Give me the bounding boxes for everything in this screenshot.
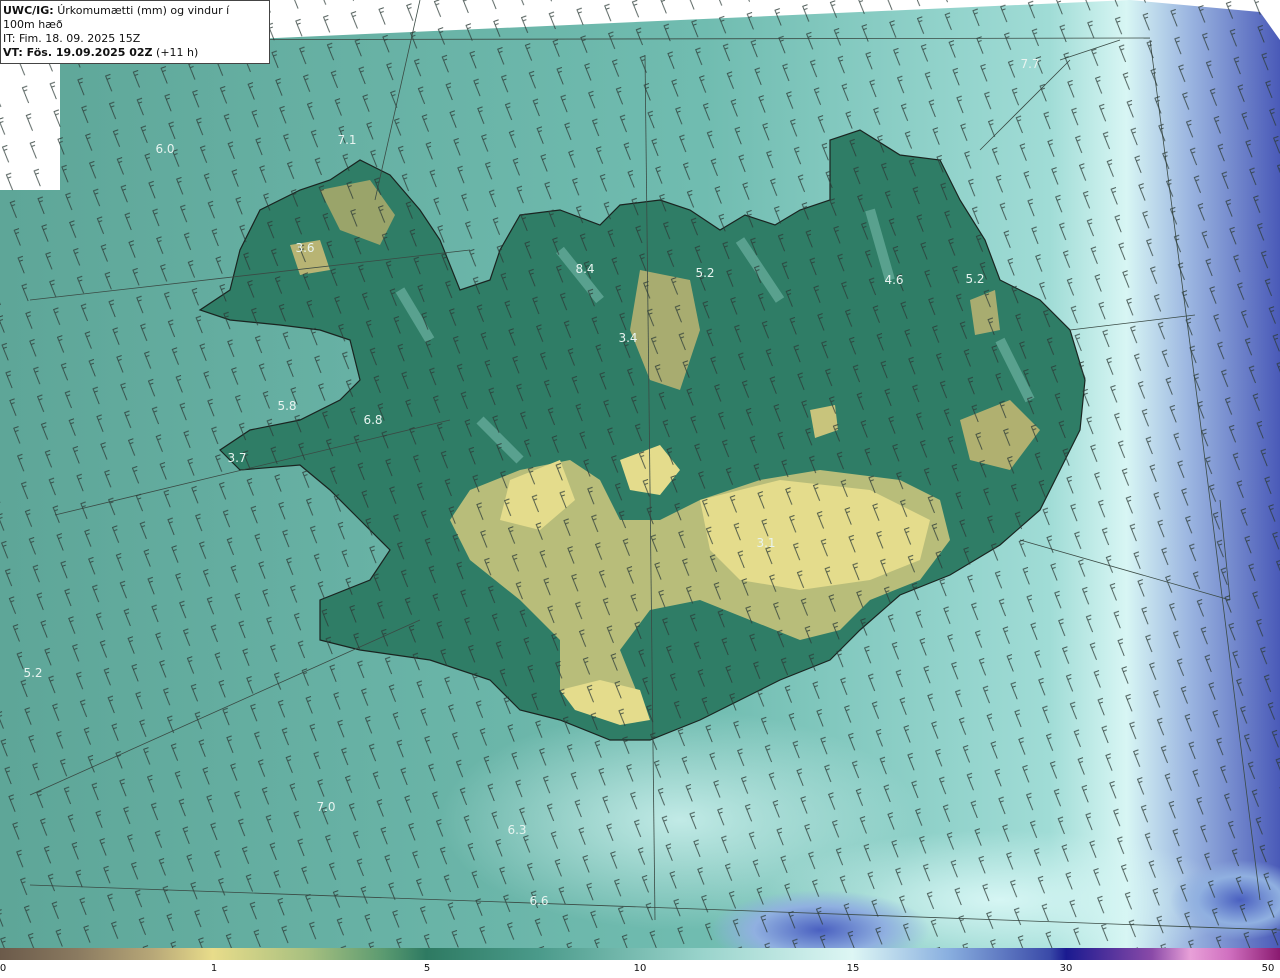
issue-time: IT: Fim. 18. 09. 2025 15Z [3, 32, 141, 45]
map-value-label: 5.2 [965, 272, 984, 286]
map-area: 6.0 7.1 3.6 8.4 5.2 4.6 5.2 3.4 5.8 6.8 3.7 3.1 7.7 5… [0, 0, 1280, 948]
map-value-label: 7.1 [337, 133, 356, 147]
map-value-label: 6.3 [507, 823, 526, 837]
map-value-label: 4.6 [884, 273, 903, 287]
colorbar-tick-label: 50 [1261, 963, 1275, 974]
map-value-label: 5.2 [23, 666, 42, 680]
colorbar-tick-label: 5 [423, 963, 431, 974]
map-value-label: 6.0 [155, 142, 174, 156]
colorbar-tick-label: 30 [1059, 963, 1073, 974]
info-box: UWC/IG: Úrkomumætti (mm) og vindur í 100… [0, 0, 270, 64]
map-value-label: 5.8 [277, 399, 296, 413]
model-label: UWC/IG: [3, 4, 54, 17]
map-value-label: 3.6 [295, 241, 314, 255]
colorbar-tick-label: 1 [210, 963, 218, 974]
valid-time: VT: Fös. 19.09.2025 02Z [3, 46, 153, 59]
colorbar-strip [0, 948, 1280, 960]
map-value-label: 3.7 [227, 451, 246, 465]
map-value-label: 6.8 [363, 413, 382, 427]
colorbar-tick-label: 0 [0, 963, 7, 974]
map-value-label: 6.6 [529, 894, 548, 908]
colorbar-tick-label: 10 [633, 963, 647, 974]
map-value-label: 7.0 [316, 800, 335, 814]
map-value-label: 7.7 [1020, 57, 1039, 71]
map-value-label: 3.4 [618, 331, 637, 345]
map-value-label: 3.1 [756, 536, 775, 550]
wind-barbs [0, 0, 1280, 948]
colorbar-tick-label: 15 [846, 963, 860, 974]
colorbar: 0 1 5 10 15 30 50 [0, 948, 1280, 978]
precipitation-map: 6.0 7.1 3.6 8.4 5.2 4.6 5.2 3.4 5.8 6.8 3.7 3.1 7.7 5… [0, 0, 1280, 948]
forecast-offset: (+11 h) [156, 46, 199, 59]
valid-time-line: VT: Fös. 19.09.2025 02Z (+11 h) [3, 46, 263, 60]
title-line: UWC/IG: Úrkomumætti (mm) og vindur í 100… [3, 4, 263, 32]
map-value-label: 8.4 [575, 262, 594, 276]
map-value-label: 5.2 [695, 266, 714, 280]
